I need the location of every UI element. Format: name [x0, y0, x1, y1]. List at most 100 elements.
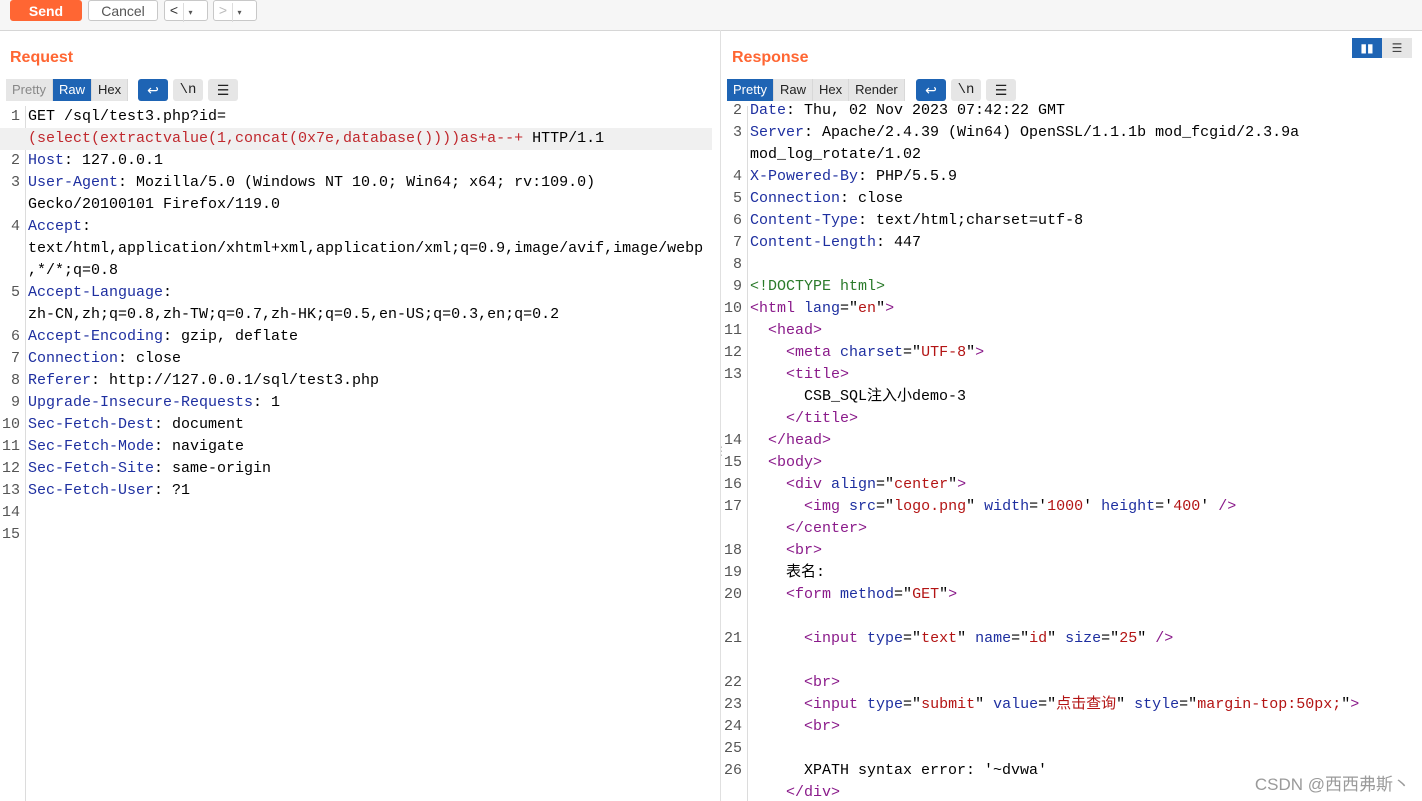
request-menu-icon[interactable]: ☰: [208, 79, 238, 101]
code-token: Date: [750, 102, 787, 119]
request-tab-raw[interactable]: Raw: [52, 79, 92, 101]
forward-history-dropdown-icon[interactable]: ▾: [232, 3, 246, 22]
response-tab-pretty[interactable]: Pretty: [727, 79, 774, 101]
request-code-line: 4 Accept:: [0, 216, 712, 238]
response-code-line: CSB_SQL注入小demo-3: [722, 386, 1422, 408]
code-token: : PHP/5.5.9: [858, 168, 958, 185]
line-number: 6: [10, 328, 20, 345]
request-tab-pretty[interactable]: Pretty: [6, 79, 53, 101]
response-tab-hex[interactable]: Hex: [812, 79, 850, 101]
line-text: </head>: [750, 430, 831, 452]
line-text: Date: Thu, 02 Nov 2023 07:42:22 GMT: [750, 100, 1065, 122]
back-arrow-icon[interactable]: <: [165, 1, 183, 20]
response-code-line: 25: [722, 738, 1422, 760]
response-tab-raw[interactable]: Raw: [773, 79, 813, 101]
code-token: value: [993, 696, 1039, 713]
response-show-newlines-icon[interactable]: \n: [951, 79, 981, 101]
back-history-dropdown-icon[interactable]: ▾: [183, 3, 197, 22]
line-number: 14: [723, 432, 742, 449]
code-token: Upgrade-Insecure-Requests: [28, 394, 254, 411]
code-token: =": [876, 498, 895, 515]
response-wrap-lines-icon[interactable]: ↩: [916, 79, 946, 101]
code-token: 点击查询: [1056, 696, 1117, 713]
code-token: <body>: [768, 454, 823, 471]
line-text: <br>: [750, 716, 840, 738]
line-text: Gecko/20100101 Firefox/119.0: [28, 194, 280, 216]
request-code-line: 10 Sec-Fetch-Dest: document: [0, 414, 712, 436]
split-rows-icon[interactable]: ☰: [1382, 38, 1412, 58]
code-token: <form: [786, 586, 841, 603]
line-text: Accept:: [28, 216, 91, 238]
line-number: 11: [723, 322, 742, 339]
code-token: : close: [840, 190, 904, 207]
code-token: : gzip, deflate: [163, 328, 299, 345]
code-token: method: [840, 586, 895, 603]
forward-arrow-icon[interactable]: >: [214, 1, 232, 20]
split-columns-icon[interactable]: ▮▮: [1352, 38, 1382, 58]
line-number: 15: [1, 526, 20, 543]
line-number: 18: [723, 542, 742, 559]
send-button[interactable]: Send: [10, 0, 82, 21]
code-token: >: [948, 586, 958, 603]
code-token: style: [1134, 696, 1180, 713]
line-text: Connection: close: [28, 348, 181, 370]
code-token: HTTP/1.1: [523, 130, 605, 147]
line-number: 8: [732, 256, 742, 273]
line-number: 23: [723, 696, 742, 713]
line-text: <img src="logo.png" width='1000' height=…: [750, 496, 1236, 518]
code-token: Referer: [28, 372, 92, 389]
code-token: Connection: [28, 350, 119, 367]
request-tab-hex[interactable]: Hex: [91, 79, 129, 101]
line-text: Sec-Fetch-Site: same-origin: [28, 458, 271, 480]
line-text: <br>: [750, 540, 822, 562]
response-code-line: 6 Content-Type: text/html;charset=utf-8: [722, 210, 1422, 232]
code-token: =": [903, 630, 922, 647]
cancel-button[interactable]: Cancel: [88, 0, 158, 21]
line-number: 24: [723, 718, 742, 735]
code-token: src: [849, 498, 877, 515]
response-menu-icon[interactable]: ☰: [986, 79, 1016, 101]
code-token: Sec-Fetch-Site: [28, 460, 155, 477]
code-token: >: [957, 476, 967, 493]
response-code-line: 24 <br>: [722, 716, 1422, 738]
line-text: Server: Apache/2.4.39 (Win64) OpenSSL/1.…: [750, 122, 1299, 144]
line-number: 16: [723, 476, 742, 493]
line-number: 3: [10, 174, 20, 191]
code-token: charset: [840, 344, 904, 361]
code-token: center: [894, 476, 949, 493]
line-text: Sec-Fetch-User: ?1: [28, 480, 190, 502]
code-token: type: [867, 696, 904, 713]
response-code-line: 15 <body>: [722, 452, 1422, 474]
code-token: ": [1137, 630, 1156, 647]
request-title: Request: [10, 49, 74, 66]
code-token: Sec-Fetch-User: [28, 482, 155, 499]
line-number: 6: [732, 212, 742, 229]
code-token: Sec-Fetch-Dest: [28, 416, 155, 433]
code-token: <html: [750, 300, 805, 317]
code-token: 1000: [1047, 498, 1084, 515]
code-token: =": [876, 476, 895, 493]
code-token: ": [948, 476, 958, 493]
line-number: 10: [723, 300, 742, 317]
code-token: 400: [1173, 498, 1201, 515]
response-editor[interactable]: 2 Date: Thu, 02 Nov 2023 07:42:22 GMT 3 Ser…: [722, 100, 1422, 801]
code-token: width: [984, 498, 1030, 515]
line-text: mod_log_rotate/1.02: [750, 144, 921, 166]
response-code-line: 14 </head>: [722, 430, 1422, 452]
request-code-line: 5 Accept-Language:: [0, 282, 712, 304]
line-text: CSB_SQL注入小demo-3: [750, 386, 966, 408]
code-token: Content-Length: [750, 234, 877, 251]
pane-divider[interactable]: [720, 30, 721, 801]
request-editor[interactable]: 1 GET /sql/test3.php?id= (select(extractva…: [0, 106, 712, 546]
response-tab-render[interactable]: Render: [849, 79, 905, 101]
request-show-newlines-icon[interactable]: \n: [173, 79, 203, 101]
line-number: 2: [732, 102, 742, 119]
code-token: >: [975, 344, 985, 361]
request-wrap-lines-icon[interactable]: ↩: [138, 79, 168, 101]
line-number: 10: [1, 416, 20, 433]
code-token: <br>: [804, 674, 841, 691]
